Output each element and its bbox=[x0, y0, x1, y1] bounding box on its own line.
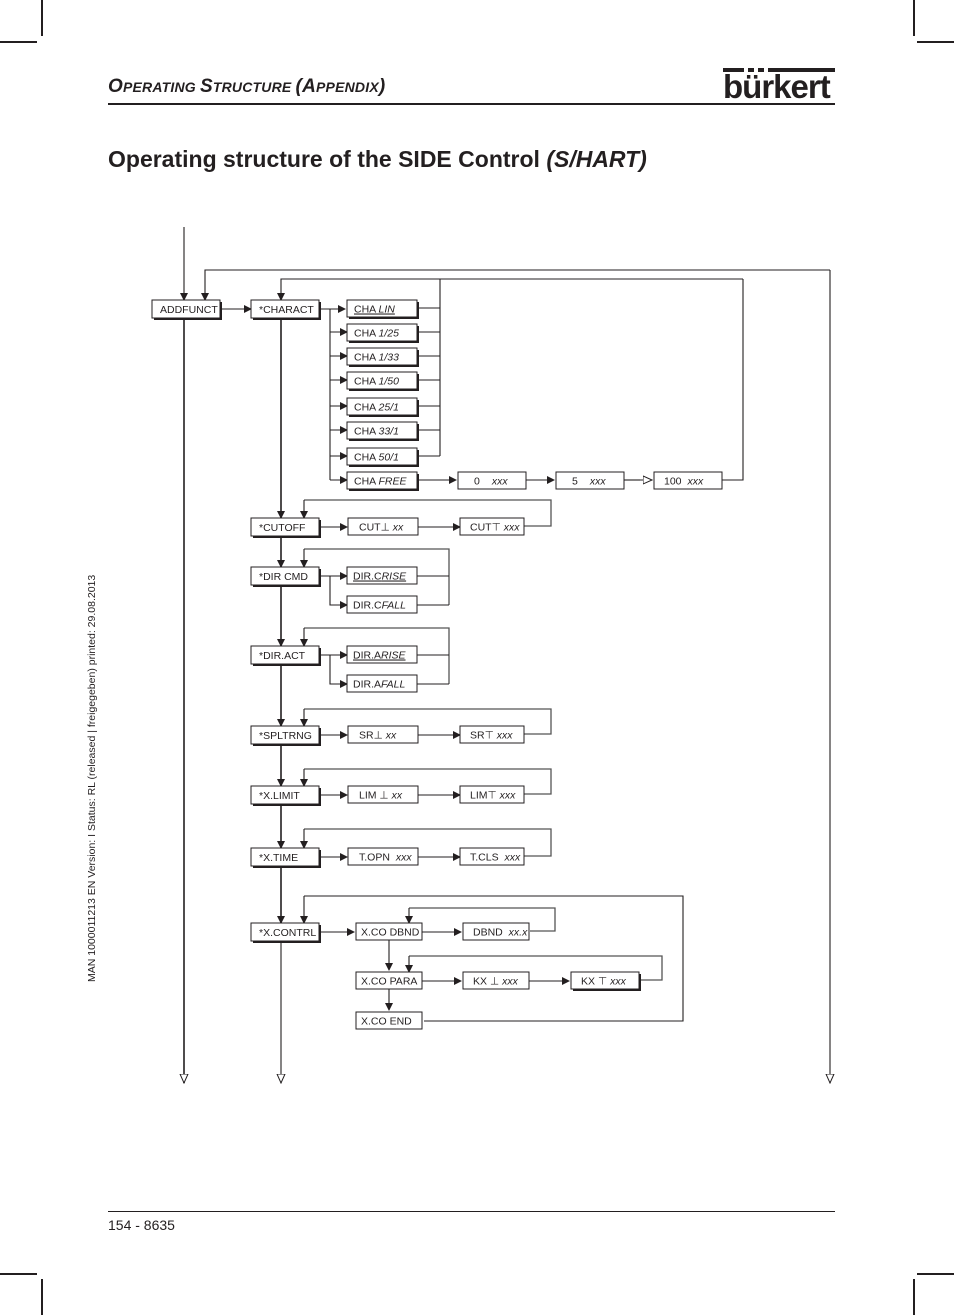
svg-text:5xxx: 5 xxx bbox=[572, 476, 606, 488]
menu-dircmd[interactable]: *DIR CMD bbox=[250, 566, 321, 587]
option-cha-free[interactable]: CHA FREE bbox=[346, 471, 419, 491]
svg-text:*X.TIME: *X.TIME bbox=[259, 852, 298, 864]
svg-text:X.CO PARA: X.CO PARA bbox=[361, 976, 417, 988]
footer-rule bbox=[108, 1211, 835, 1212]
submenu-xco-para[interactable]: X.CO PARA bbox=[355, 971, 423, 990]
svg-text:*DIR.ACT: *DIR.ACT bbox=[259, 650, 306, 662]
option-cha-50-1[interactable]: CHA 50/1 bbox=[346, 447, 419, 467]
menu-cutoff[interactable]: *CUTOFF bbox=[250, 517, 321, 538]
svg-text:DIR.CFALL: DIR.CFALL bbox=[353, 600, 406, 612]
connector-line bbox=[329, 655, 348, 688]
connector-line bbox=[304, 895, 684, 1022]
svg-text:CHA 1/25: CHA 1/25 bbox=[354, 328, 399, 340]
xtime-step-2[interactable]: T.CLS xxx bbox=[459, 847, 525, 866]
svg-text:CHA 1/50: CHA 1/50 bbox=[354, 376, 399, 388]
option-cha-33-1[interactable]: CHA 33/1 bbox=[346, 421, 419, 441]
spltrng-step-2[interactable]: SR⊤ xxx bbox=[459, 725, 525, 744]
svg-text:X.CO END: X.CO END bbox=[361, 1016, 412, 1028]
free-point-100[interactable]: 100 xxx bbox=[653, 471, 723, 490]
svg-text:*CUTOFF: *CUTOFF bbox=[259, 522, 305, 534]
option-cha-1-33[interactable]: CHA 1/33 bbox=[346, 347, 419, 367]
option-cha-1-50[interactable]: CHA 1/50 bbox=[346, 371, 419, 391]
free-point-0[interactable]: 0 xxx bbox=[457, 471, 527, 490]
cutoff-step-1[interactable]: CUT⊥ xx bbox=[347, 517, 419, 536]
dircmd-option-rise[interactable]: DIR.CRISE bbox=[346, 566, 418, 585]
submenu-xco-end[interactable]: X.CO END bbox=[355, 1011, 423, 1030]
option-cha-25-1[interactable]: CHA 25/1 bbox=[346, 397, 419, 417]
option-cha-lin[interactable]: CHA LIN bbox=[346, 299, 419, 319]
return-loop-line bbox=[201, 269, 830, 301]
svg-text:LIM⊤xxx: LIM⊤ xxx bbox=[470, 790, 516, 802]
svg-text:CHA FREE: CHA FREE bbox=[354, 476, 408, 488]
svg-text:*X.CONTRL: *X.CONTRL bbox=[259, 927, 316, 939]
svg-text:T.OPN xxx: T.OPN xxx bbox=[359, 852, 412, 864]
spltrng-step-1[interactable]: SR⊥ xx bbox=[347, 725, 419, 744]
svg-text:CHA LIN: CHA LIN bbox=[354, 304, 395, 316]
svg-text:DIR.ARISE: DIR.ARISE bbox=[353, 650, 407, 662]
menu-diract[interactable]: *DIR.ACT bbox=[250, 645, 321, 666]
connector-line bbox=[721, 279, 744, 481]
kx-upper-value[interactable]: KX ⊤ xxx bbox=[570, 971, 641, 991]
svg-text:CUT⊥xx: CUT⊥ xx bbox=[359, 522, 404, 534]
xlimit-step-1[interactable]: LIM ⊥ xx bbox=[347, 785, 419, 804]
menu-addfunct[interactable]: ADDFUNCT bbox=[151, 299, 222, 320]
svg-text:SR⊤xxx: SR⊤ xxx bbox=[470, 730, 513, 742]
menu-spltrng[interactable]: *SPLTRNG bbox=[250, 725, 321, 746]
menu-xtime[interactable]: *X.TIME bbox=[250, 847, 321, 868]
svg-text:CHA 50/1: CHA 50/1 bbox=[354, 452, 399, 464]
diract-option-fall[interactable]: DIR.AFALL bbox=[346, 674, 418, 693]
kx-lower-value[interactable]: KX ⊥ xxx bbox=[462, 971, 530, 990]
xlimit-step-2[interactable]: LIM⊤ xxx bbox=[459, 785, 525, 804]
svg-text:*X.LIMIT: *X.LIMIT bbox=[259, 790, 300, 802]
diract-option-rise[interactable]: DIR.ARISE bbox=[346, 645, 418, 664]
option-cha-1-25[interactable]: CHA 1/25 bbox=[346, 323, 419, 343]
svg-text:DIR.CRISE: DIR.CRISE bbox=[353, 571, 407, 583]
svg-text:X.CO DBND: X.CO DBND bbox=[361, 927, 420, 939]
charact-return-line bbox=[277, 278, 743, 301]
svg-text:SR⊥xx: SR⊥ xx bbox=[359, 730, 397, 742]
svg-text:LIM ⊥xx: LIM ⊥ xx bbox=[359, 790, 403, 802]
svg-text:KX ⊤xxx: KX ⊤ xxx bbox=[581, 976, 627, 988]
connector-line bbox=[329, 576, 348, 609]
svg-text:*SPLTRNG: *SPLTRNG bbox=[259, 730, 312, 742]
menu-xcontrl[interactable]: *X.CONTRL bbox=[250, 922, 321, 943]
svg-text:0xxx: 0 xxx bbox=[474, 476, 508, 488]
dircmd-option-fall[interactable]: DIR.CFALL bbox=[346, 595, 418, 614]
menu-xlimit[interactable]: *X.LIMIT bbox=[250, 785, 321, 806]
svg-text:CHA 1/33: CHA 1/33 bbox=[354, 352, 399, 364]
operating-structure-diagram: ADDFUNCT *CHARACT *CUTOFF *DIR CMD *DIR.ACT *… bbox=[151, 227, 954, 1315]
cutoff-step-2[interactable]: CUT⊤ xxx bbox=[459, 517, 525, 536]
svg-text:ADDFUNCT: ADDFUNCT bbox=[160, 304, 218, 316]
svg-text:DIR.AFALL: DIR.AFALL bbox=[353, 679, 405, 691]
submenu-xco-dbnd[interactable]: X.CO DBND bbox=[355, 922, 423, 941]
xtime-step-1[interactable]: T.OPN xxx bbox=[347, 847, 419, 866]
dbnd-value[interactable]: DBND xx.x bbox=[462, 922, 530, 941]
menu-charact[interactable]: *CHARACT bbox=[250, 299, 321, 320]
svg-text:T.CLS xxx: T.CLS xxx bbox=[470, 852, 521, 864]
svg-text:CHA 33/1: CHA 33/1 bbox=[354, 426, 399, 438]
svg-text:DBND xx.x: DBND xx.x bbox=[473, 927, 528, 939]
svg-text:KX ⊥xxx: KX ⊥ xxx bbox=[473, 976, 519, 988]
svg-text:CUT⊤xxx: CUT⊤ xxx bbox=[470, 522, 520, 534]
page-number: 154 - 8635 bbox=[108, 1217, 175, 1233]
svg-text:*DIR CMD: *DIR CMD bbox=[259, 571, 308, 583]
free-point-5[interactable]: 5 xxx bbox=[555, 471, 625, 490]
svg-text:CHA 25/1: CHA 25/1 bbox=[354, 402, 399, 414]
svg-text:*CHARACT: *CHARACT bbox=[259, 304, 314, 316]
